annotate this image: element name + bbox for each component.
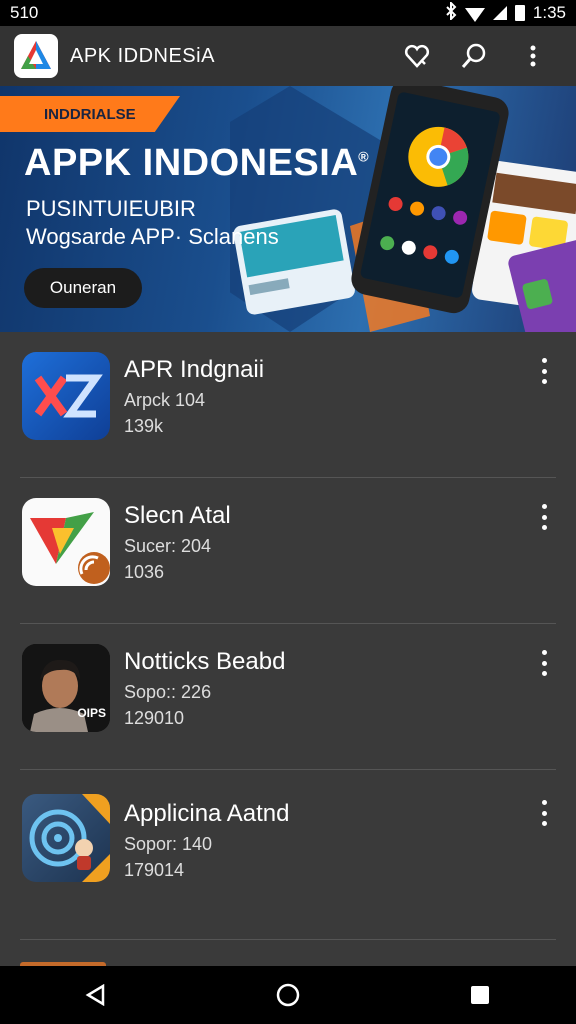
bluetooth-icon: [445, 0, 457, 25]
item-menu-icon[interactable]: [534, 504, 554, 530]
banner-subtitle-2: Wogsarde APP· Sclanens: [26, 224, 279, 249]
status-left-text: 510: [10, 3, 39, 22]
signal-icon: [492, 6, 507, 20]
photo-overlay-text: OIPS: [77, 706, 106, 720]
status-time: 1:35: [532, 3, 566, 22]
list-item[interactable]: OIPS Notticks Beabd Sopo:: 226 129010: [20, 624, 556, 770]
wifi-icon: [464, 8, 485, 22]
banner-tag: INDDRIALSE: [0, 96, 180, 132]
app-count: 179014: [124, 860, 185, 880]
phone-mockup-illustration: [230, 86, 576, 332]
back-icon[interactable]: [76, 975, 116, 1015]
app-name: APR Indgnaii: [124, 356, 265, 383]
person-photo-icon: OIPS: [22, 644, 110, 732]
battery-icon: [514, 5, 525, 21]
app-logo-icon[interactable]: [14, 34, 58, 78]
list-item[interactable]: APR Indgnaii Arpck 104 139k: [20, 332, 556, 478]
list-item[interactable]: Slecn Atal Sucer: 204 1036: [20, 478, 556, 624]
item-menu-icon[interactable]: [534, 800, 554, 826]
app-bar: APK IDDNESiA: [0, 26, 576, 86]
item-menu-icon[interactable]: [534, 358, 554, 384]
navigation-bar: [0, 966, 576, 1024]
banner-cta-button[interactable]: Ouneran: [24, 268, 142, 308]
app-list: APR Indgnaii Arpck 104 139k Slecn Atal S…: [0, 332, 576, 940]
registered-mark: ®: [358, 148, 370, 165]
heart-icon[interactable]: [402, 41, 432, 71]
app-count: 1036: [124, 562, 165, 582]
promo-banner[interactable]: INDDRIALSE APPK INDONESIA® PUSINTUIEUBIR…: [0, 86, 576, 332]
app-subtitle: Sucer: 204: [124, 536, 212, 556]
triangle-logo-icon: [22, 498, 110, 586]
home-icon[interactable]: [268, 975, 308, 1015]
banner-subtitle-1: PUSINTUIEUBIR: [26, 196, 196, 221]
item-menu-icon[interactable]: [534, 650, 554, 676]
app-name: Slecn Atal: [124, 502, 231, 529]
app-count: 139k: [124, 416, 164, 436]
app-name: Notticks Beabd: [124, 648, 286, 675]
app-subtitle: Arpck 104: [124, 390, 206, 410]
status-bar: 510 1:35: [0, 0, 576, 26]
recents-icon[interactable]: [460, 975, 500, 1015]
banner-title: APPK INDONESIA®: [24, 142, 370, 184]
search-icon[interactable]: [460, 41, 490, 71]
app-subtitle: Sopo:: 226: [124, 682, 212, 702]
target-cartoon-icon: [22, 794, 110, 882]
app-title: APK IDDNESiA: [70, 44, 215, 67]
more-vert-icon[interactable]: [518, 41, 548, 71]
app-subtitle: Sopor: 140: [124, 834, 213, 854]
app-count: 129010: [124, 708, 185, 728]
status-icons: 1:35: [445, 0, 566, 25]
app-name: Applicina Aatnd: [124, 800, 290, 827]
xz-logo-icon: [22, 352, 110, 440]
list-item[interactable]: Applicina Aatnd Sopor: 140 179014: [20, 770, 556, 940]
